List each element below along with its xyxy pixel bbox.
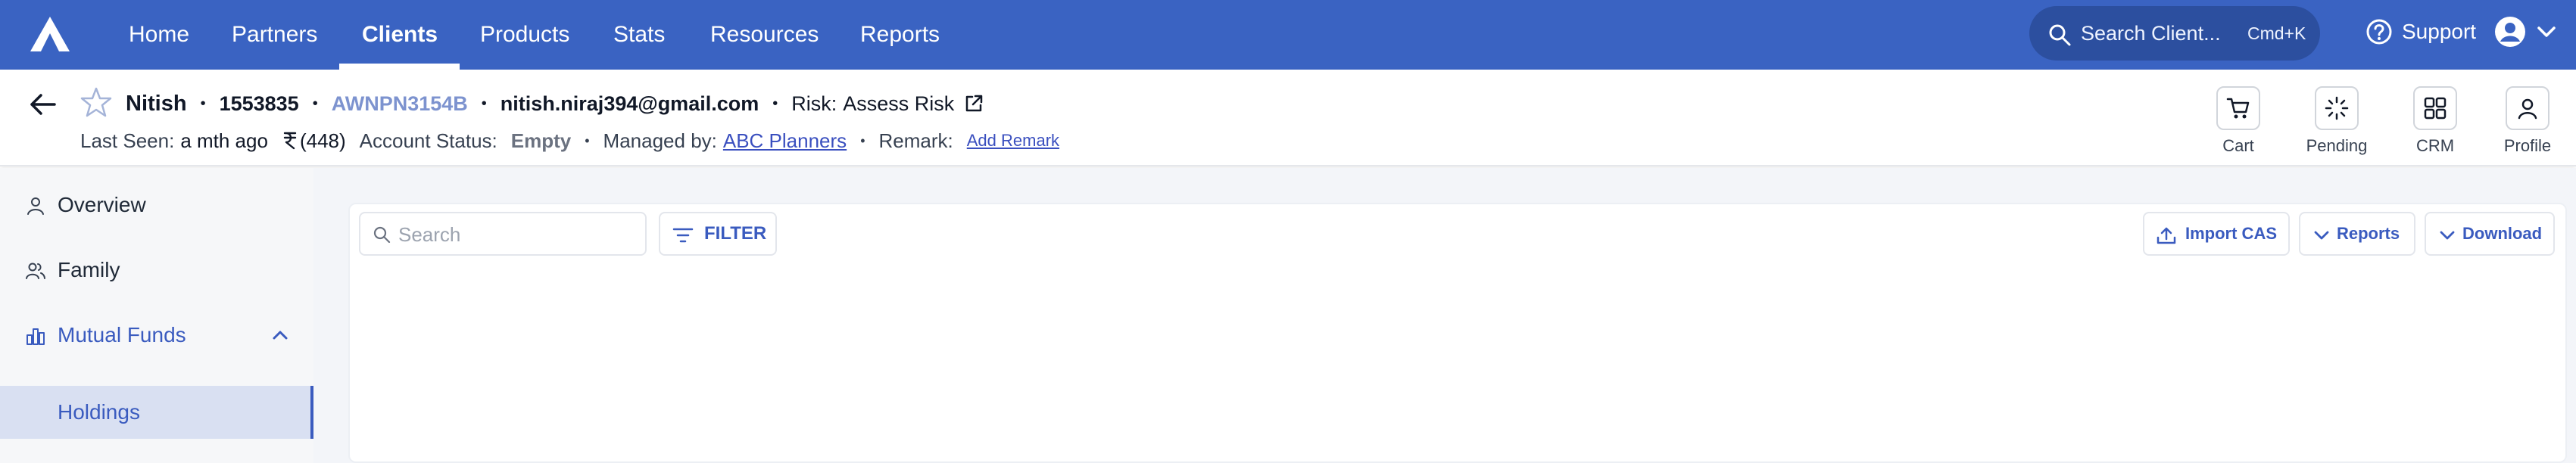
rupee-icon [283,132,297,150]
separator-dot: • [312,95,318,112]
chevron-down-icon [2537,26,2556,37]
crm-action[interactable]: CRM [2397,86,2473,162]
separator-dot: • [585,132,590,148]
top-navigation-bar: Home Partners Clients Products Stats Res… [0,0,2576,70]
profile-button[interactable] [2506,86,2549,130]
sidebar-item-label: Overview [58,193,146,216]
nav-clients[interactable]: Clients [362,0,438,70]
global-search-label: Search Client... [2081,22,2221,45]
nav-resources[interactable]: Resources [710,0,819,70]
last-seen-value: a mth ago [180,129,268,152]
last-seen-days: (448) [299,129,346,152]
client-email[interactable]: nitish.niraj394@gmail.com [501,92,759,116]
client-details-row: Last Seen: a mth ago (448) Account Statu… [80,124,1059,157]
help-circle-icon [2366,19,2392,45]
upload-icon [2157,227,2176,244]
risk-label: Risk: [791,92,837,115]
search-icon [2049,24,2071,46]
profile-action[interactable]: Profile [2490,86,2565,162]
cart-button[interactable] [2216,86,2260,130]
search-shortcut-hint: Cmd+K [2247,23,2306,43]
account-status-value: Empty [510,129,572,152]
favorite-star-icon[interactable] [80,86,112,118]
sidebar-item-holdings[interactable]: Holdings [0,386,313,439]
sidebar-item-family[interactable]: Family [0,244,313,297]
account-status-label: Account Status: [359,129,497,152]
separator-dot: • [860,132,865,148]
last-seen-label: Last Seen: [80,129,175,152]
cart-action[interactable]: Cart [2200,86,2276,162]
nav-stats[interactable]: Stats [613,0,665,70]
grid-icon [2424,97,2447,120]
reports-dropdown-button[interactable]: Reports [2299,212,2415,256]
pending-label: Pending [2306,136,2368,155]
add-remark-link[interactable]: Add Remark [967,131,1059,151]
reports-label: Reports [2337,224,2400,243]
user-icon [2518,98,2537,120]
profile-label: Profile [2503,136,2552,155]
managed-by-label: Managed by: [603,129,717,152]
spinner-icon [2325,96,2349,120]
nav-products[interactable]: Products [480,0,569,70]
search-input[interactable] [398,221,633,248]
download-dropdown-button[interactable]: Download [2425,212,2555,256]
client-pan[interactable]: AWNPN3154B [332,92,468,116]
sidebar-item-overview[interactable]: Overview [0,179,313,232]
sidebar-item-mutual-funds[interactable]: Mutual Funds [0,309,313,362]
search-icon [373,226,391,244]
client-name: Nitish [126,91,187,116]
import-cas-button[interactable]: Import CAS [2143,212,2290,256]
managed-by-link[interactable]: ABC Planners [723,129,847,153]
user-icon [27,197,44,215]
sidebar-item-label: Family [58,258,120,281]
cart-label: Cart [2222,136,2254,155]
client-id: 1553835 [219,92,299,115]
family-icon [26,263,45,279]
nav-active-indicator [339,64,460,70]
pending-button[interactable] [2315,86,2359,130]
chevron-up-icon[interactable] [271,328,289,342]
brand-logo-icon[interactable] [29,15,71,53]
account-avatar-icon [2495,17,2525,47]
client-header: Nitish • 1553835 • AWNPN3154B • nitish.n… [0,70,2576,166]
cart-icon [2226,98,2250,119]
chevron-down-icon [2314,231,2329,240]
sidebar-item-label: Mutual Funds [58,323,186,346]
nav-reports[interactable]: Reports [860,0,940,70]
external-link-icon[interactable] [963,93,984,114]
filter-button[interactable]: FILTER [659,212,777,256]
filter-label: FILTER [704,223,767,244]
chart-icon [27,328,45,345]
nav-partners[interactable]: Partners [232,0,317,70]
filter-icon [672,228,694,243]
sidebar-item-label: Holdings [58,400,140,424]
nav-home[interactable]: Home [129,0,189,70]
assess-risk-link[interactable]: Assess Risk [843,92,954,116]
back-arrow-icon[interactable] [27,89,58,120]
separator-dot: • [200,95,206,112]
crm-label: CRM [2415,136,2455,155]
separator-dot: • [772,95,778,112]
remark-label: Remark: [878,129,953,152]
chevron-down-icon [2440,231,2455,240]
support-link[interactable]: Support [2365,0,2476,64]
support-label: Support [2402,20,2477,43]
crm-button[interactable] [2413,86,2457,130]
client-summary-row: Nitish • 1553835 • AWNPN3154B • nitish.n… [126,85,984,123]
separator-dot: • [481,95,487,112]
global-search[interactable]: Search Client... Cmd+K [2029,6,2320,61]
pending-action[interactable]: Pending [2299,86,2375,162]
holdings-search[interactable] [359,212,647,256]
account-menu[interactable] [2494,15,2562,48]
download-label: Download [2462,224,2543,243]
sidebar: Overview Family Mutual Funds Holdings [0,168,313,463]
import-cas-label: Import CAS [2185,224,2277,243]
